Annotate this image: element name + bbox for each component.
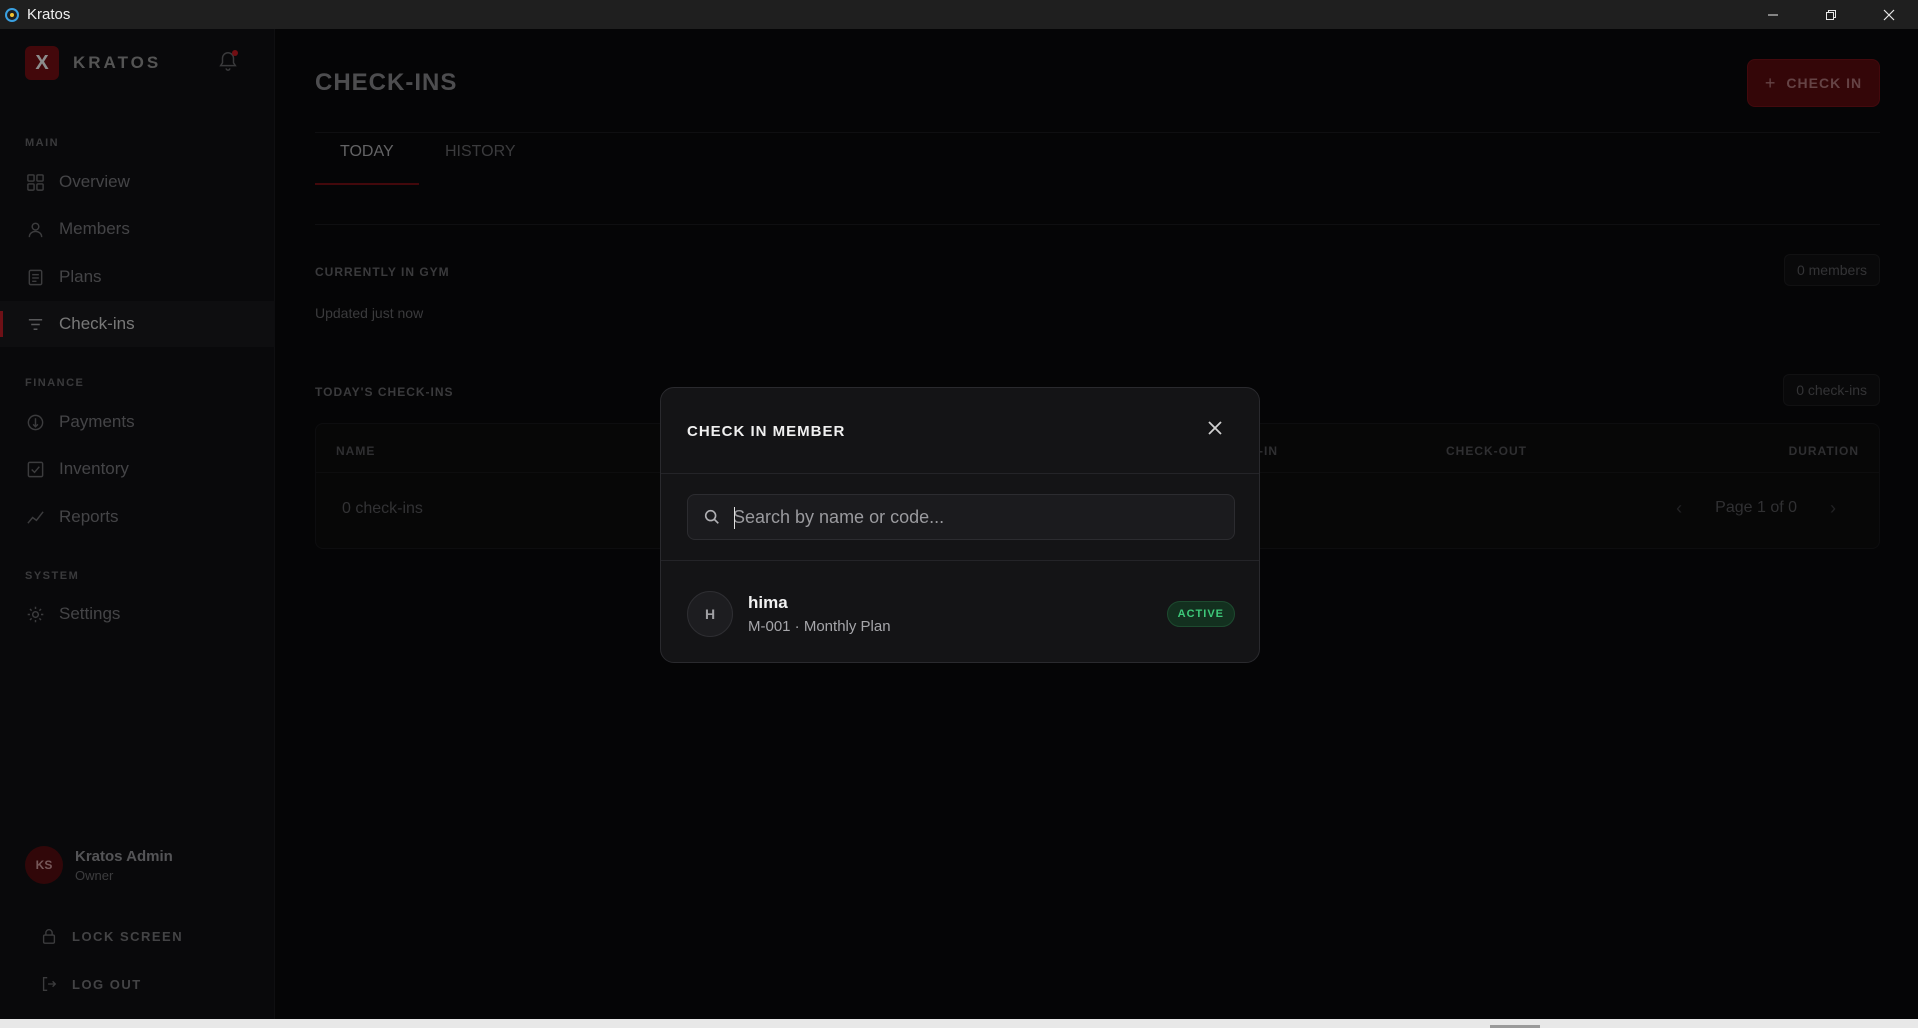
status-badge: ACTIVE [1166, 601, 1235, 627]
minimize-icon[interactable] [1744, 0, 1802, 29]
window-title: Kratos [27, 6, 71, 23]
app-icon [5, 7, 19, 22]
window-controls [1744, 0, 1918, 29]
close-icon[interactable] [1205, 418, 1229, 442]
restore-icon[interactable] [1802, 0, 1860, 29]
member-avatar: H [687, 591, 733, 637]
modal-header-divider [661, 473, 1259, 474]
search-input[interactable] [733, 506, 1213, 528]
taskbar-edge [0, 1019, 1918, 1028]
member-meta: M-001 · Monthly Plan [748, 618, 891, 635]
modal-title: CHECK IN MEMBER [687, 423, 846, 440]
search-icon [704, 509, 719, 524]
modal-search-divider [661, 560, 1259, 561]
member-result-row[interactable]: H hima M-001 · Monthly Plan ACTIVE [687, 590, 1235, 638]
window-titlebar: Kratos [0, 0, 1918, 29]
search-box[interactable] [687, 494, 1235, 540]
close-window-icon[interactable] [1860, 0, 1918, 29]
member-name: hima [748, 593, 788, 612]
check-in-member-modal: CHECK IN MEMBER H hima M-001 · Monthly P… [660, 387, 1260, 663]
text-caret [734, 507, 735, 529]
